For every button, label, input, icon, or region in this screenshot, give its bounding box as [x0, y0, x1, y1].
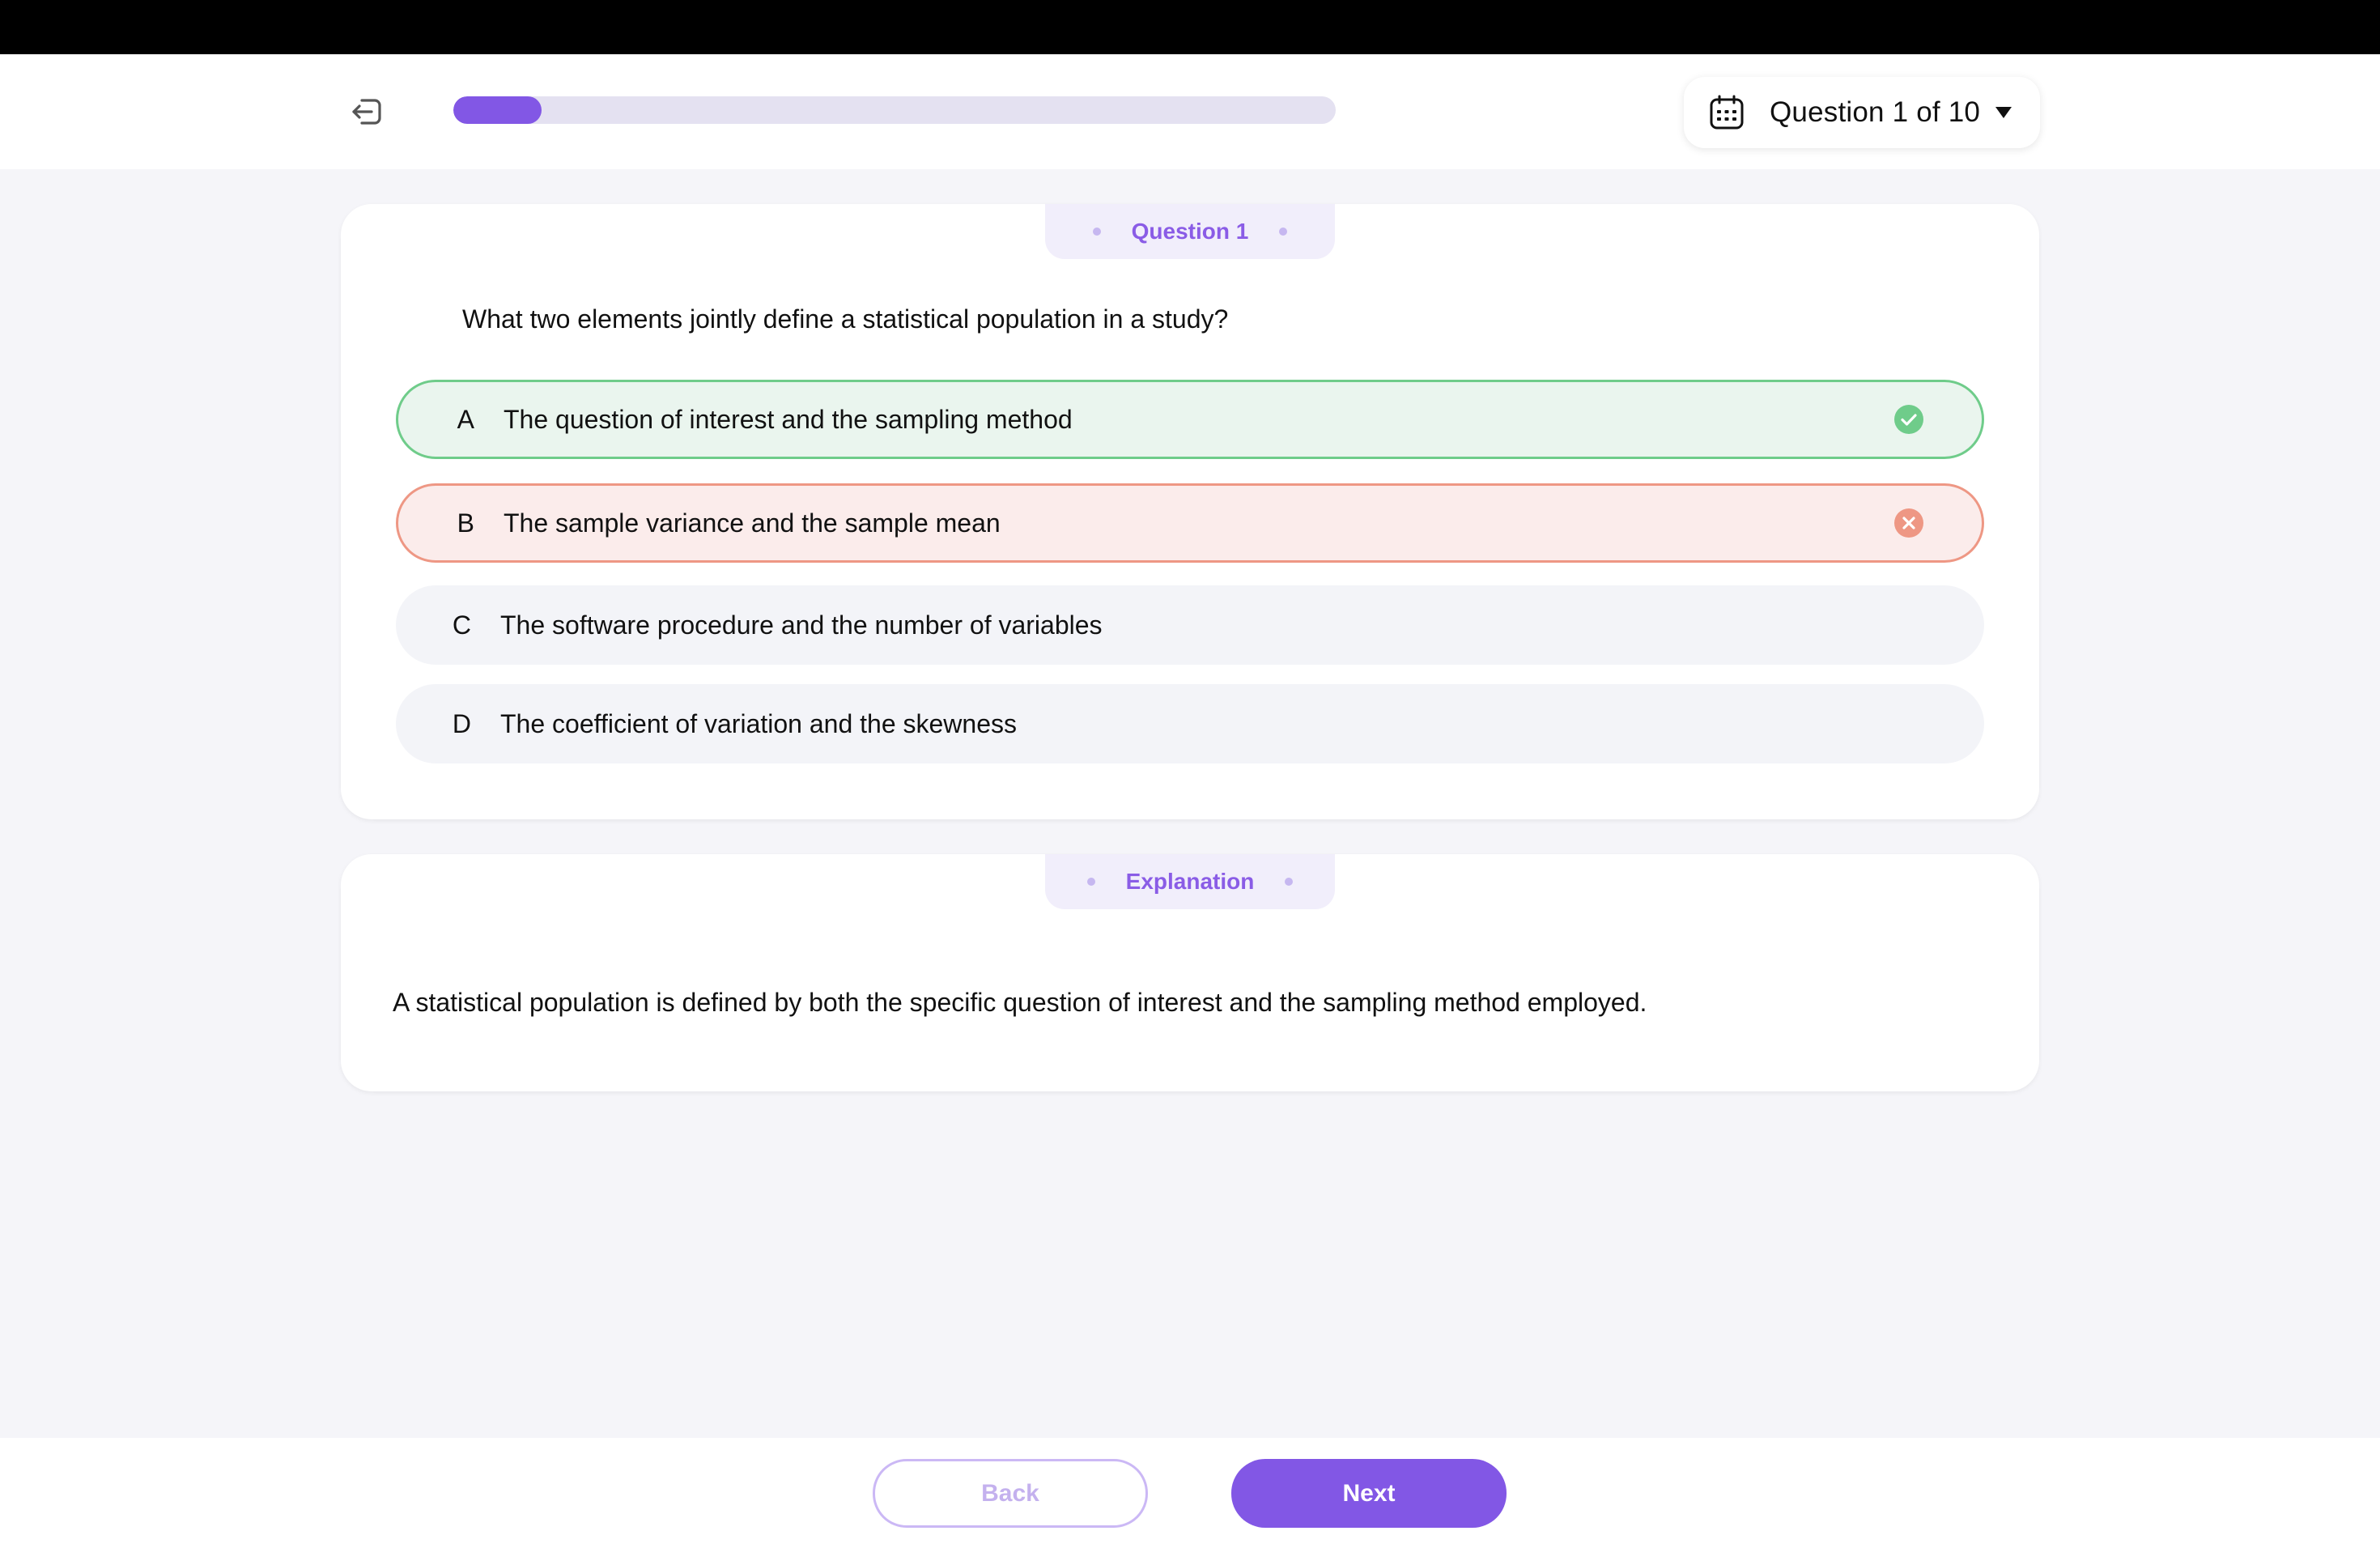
exit-icon [347, 92, 386, 131]
option-text: The coefficient of variation and the ske… [500, 708, 1017, 738]
question-selector-label: Question 1 of 10 [1770, 96, 1981, 128]
question-tab: Question 1 [1045, 204, 1335, 259]
option-text: The software procedure and the number of… [500, 610, 1103, 640]
option-letter: B [457, 508, 474, 538]
footer-nav: Back Next [0, 1438, 2380, 1548]
question-card: Question 1 What two elements jointly def… [341, 204, 2039, 819]
x-circle-icon [1891, 505, 1927, 541]
answer-option-d[interactable]: D The coefficient of variation and the s… [396, 684, 1984, 763]
answer-option-b[interactable]: B The sample variance and the sample mea… [396, 483, 1984, 563]
option-text: The question of interest and the samplin… [504, 404, 1073, 434]
question-text: What two elements jointly define a stati… [462, 304, 1229, 334]
tab-dot-right [1285, 878, 1294, 886]
explanation-text: A statistical population is defined by b… [393, 988, 1647, 1017]
explanation-tab-label: Explanation [1125, 869, 1255, 894]
exit-button[interactable] [346, 91, 387, 132]
tab-dot-left [1092, 228, 1101, 236]
question-tab-label: Question 1 [1131, 219, 1249, 244]
quiz-header: Question 1 of 10 [0, 54, 2380, 169]
caret-down-icon [1993, 105, 2014, 120]
answer-option-c[interactable]: C The software procedure and the number … [396, 585, 1984, 665]
option-letter: A [457, 404, 474, 434]
question-selector-dropdown[interactable]: Question 1 of 10 [1684, 77, 2040, 148]
explanation-tab: Explanation [1045, 854, 1335, 909]
option-letter: D [452, 708, 471, 738]
tab-dot-left [1086, 878, 1095, 886]
progress-bar [453, 96, 1336, 124]
explanation-card: Explanation A statistical population is … [341, 854, 2039, 1091]
next-button[interactable]: Next [1231, 1459, 1507, 1528]
option-text: The sample variance and the sample mean [504, 508, 1001, 538]
system-top-bar [0, 0, 2380, 54]
option-letter: C [452, 610, 471, 640]
tab-dot-right [1279, 228, 1288, 236]
answer-option-a[interactable]: A The question of interest and the sampl… [396, 380, 1984, 459]
calendar-icon [1708, 94, 1745, 131]
back-button[interactable]: Back [873, 1459, 1148, 1528]
check-circle-icon [1891, 402, 1927, 437]
progress-fill [453, 96, 542, 124]
